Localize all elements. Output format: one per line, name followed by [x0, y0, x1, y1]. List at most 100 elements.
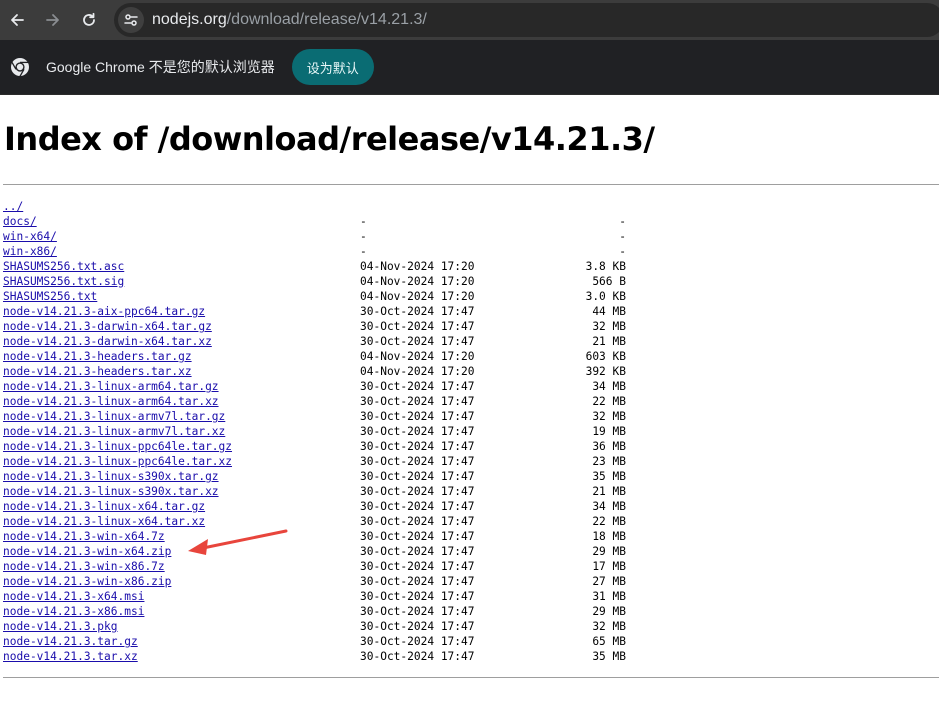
file-link[interactable]: node-v14.21.3-x64.msi: [3, 589, 144, 604]
url-text[interactable]: nodejs.org/download/release/v14.21.3/: [152, 11, 427, 29]
file-link[interactable]: node-v14.21.3-x86.msi: [3, 604, 144, 619]
file-link[interactable]: SHASUMS256.txt: [3, 289, 97, 304]
file-link[interactable]: node-v14.21.3-linux-arm64.tar.xz: [3, 394, 219, 409]
file-date: -: [360, 245, 367, 258]
file-link[interactable]: node-v14.21.3-win-x86.zip: [3, 574, 171, 589]
table-row: SHASUMS256.txt.asc 04-Nov-2024 17:20 3.8 K…: [3, 259, 643, 274]
file-size: 65 MB: [592, 635, 626, 648]
file-link[interactable]: win-x86/: [3, 244, 57, 259]
url-path: /download/release/v14.21.3/: [226, 11, 427, 28]
file-link[interactable]: node-v14.21.3-linux-s390x.tar.xz: [3, 484, 219, 499]
table-row: node-v14.21.3-x64.msi 30-Oct-2024 17:47 31…: [3, 589, 643, 604]
file-date: 04-Nov-2024 17:20: [360, 275, 475, 288]
file-date: 30-Oct-2024 17:47: [360, 335, 475, 348]
table-row: node-v14.21.3-win-x86.7z 30-Oct-2024 17:4…: [3, 559, 643, 574]
file-size: 32 MB: [592, 620, 626, 633]
file-link[interactable]: SHASUMS256.txt.sig: [3, 274, 124, 289]
file-link[interactable]: node-v14.21.3.tar.xz: [3, 649, 138, 664]
file-date: 30-Oct-2024 17:47: [360, 545, 475, 558]
file-link[interactable]: node-v14.21.3-linux-armv7l.tar.gz: [3, 409, 225, 424]
file-link[interactable]: node-v14.21.3-win-x86.7z: [3, 559, 165, 574]
file-date: 30-Oct-2024 17:47: [360, 635, 475, 648]
file-date: -: [360, 230, 367, 243]
file-link[interactable]: node-v14.21.3.pkg: [3, 619, 118, 634]
file-date: 30-Oct-2024 17:47: [360, 575, 475, 588]
file-link[interactable]: win-x64/: [3, 229, 57, 244]
chrome-logo-icon: [11, 58, 29, 77]
table-row: SHASUMS256.txt 04-Nov-2024 17:20 3.0 KB: [3, 289, 643, 304]
file-link[interactable]: node-v14.21.3-darwin-x64.tar.gz: [3, 319, 212, 334]
file-link[interactable]: node-v14.21.3-linux-x64.tar.xz: [3, 514, 205, 529]
file-size: 22 MB: [592, 395, 626, 408]
table-row: node-v14.21.3-win-x64.7z 30-Oct-2024 17:4…: [3, 529, 643, 544]
file-date: 30-Oct-2024 17:47: [360, 650, 475, 663]
file-size: 19 MB: [592, 425, 626, 438]
file-date: 30-Oct-2024 17:47: [360, 515, 475, 528]
file-date: 04-Nov-2024 17:20: [360, 290, 475, 303]
back-button[interactable]: [3, 6, 31, 34]
table-row: node-v14.21.3-win-x64.zip 30-Oct-2024 17:…: [3, 544, 643, 559]
set-default-button[interactable]: 设为默认: [291, 49, 374, 85]
table-row: node-v14.21.3-headers.tar.xz 04-Nov-2024 …: [3, 364, 643, 379]
file-size: 21 MB: [592, 485, 626, 498]
file-link[interactable]: node-v14.21.3-linux-x64.tar.gz: [3, 499, 205, 514]
file-date: 30-Oct-2024 17:47: [360, 485, 475, 498]
file-date: 04-Nov-2024 17:20: [360, 365, 475, 378]
back-arrow-icon: [11, 14, 24, 26]
file-size: -: [619, 230, 626, 243]
file-link[interactable]: node-v14.21.3-linux-ppc64le.tar.gz: [3, 439, 232, 454]
forward-button[interactable]: [39, 6, 67, 34]
table-row: node-v14.21.3-linux-armv7l.tar.gz 30-Oct-…: [3, 409, 643, 424]
site-info-button[interactable]: [118, 7, 144, 33]
tune-icon: [124, 14, 138, 26]
file-date: 30-Oct-2024 17:47: [360, 530, 475, 543]
file-size: 22 MB: [592, 515, 626, 528]
file-link[interactable]: docs/: [3, 214, 37, 229]
file-date: 30-Oct-2024 17:47: [360, 500, 475, 513]
table-row: node-v14.21.3-linux-x64.tar.xz 30-Oct-202…: [3, 514, 643, 529]
table-row: node-v14.21.3-darwin-x64.tar.xz 30-Oct-20…: [3, 334, 643, 349]
file-size: -: [619, 215, 626, 228]
table-row: ../: [3, 199, 643, 214]
reload-button[interactable]: [75, 6, 103, 34]
table-row: node-v14.21.3-linux-arm64.tar.gz 30-Oct-2…: [3, 379, 643, 394]
file-size: 32 MB: [592, 320, 626, 333]
file-date: -: [360, 215, 367, 228]
table-row: node-v14.21.3-x86.msi 30-Oct-2024 17:47 29…: [3, 604, 643, 619]
default-browser-infobar: Google Chrome 不是您的默认浏览器 设为默认: [0, 40, 939, 95]
table-row: node-v14.21.3.tar.gz 30-Oct-2024 17:47 65 …: [3, 634, 643, 649]
file-date: 30-Oct-2024 17:47: [360, 605, 475, 618]
file-link[interactable]: node-v14.21.3-headers.tar.gz: [3, 349, 192, 364]
file-size: 27 MB: [592, 575, 626, 588]
address-bar[interactable]: nodejs.org/download/release/v14.21.3/: [114, 3, 939, 37]
file-size: 603 KB: [585, 350, 626, 363]
file-link[interactable]: node-v14.21.3-linux-arm64.tar.gz: [3, 379, 219, 394]
table-row: node-v14.21.3-linux-s390x.tar.xz 30-Oct-2…: [3, 484, 643, 499]
file-link[interactable]: node-v14.21.3-headers.tar.xz: [3, 364, 192, 379]
file-link[interactable]: node-v14.21.3-darwin-x64.tar.xz: [3, 334, 212, 349]
file-link[interactable]: node-v14.21.3-win-x64.7z: [3, 529, 165, 544]
file-size: 36 MB: [592, 440, 626, 453]
file-link[interactable]: node-v14.21.3-linux-ppc64le.tar.xz: [3, 454, 232, 469]
file-link[interactable]: node-v14.21.3-win-x64.zip: [3, 544, 171, 559]
file-date: 30-Oct-2024 17:47: [360, 590, 475, 603]
file-link[interactable]: node-v14.21.3-aix-ppc64.tar.gz: [3, 304, 205, 319]
table-row: SHASUMS256.txt.sig 04-Nov-2024 17:20 566 B: [3, 274, 643, 289]
file-link[interactable]: node-v14.21.3.tar.gz: [3, 634, 138, 649]
file-date: 30-Oct-2024 17:47: [360, 560, 475, 573]
file-link[interactable]: ../: [3, 199, 23, 214]
file-size: 29 MB: [592, 545, 626, 558]
file-date: 04-Nov-2024 17:20: [360, 260, 475, 273]
file-date: 30-Oct-2024 17:47: [360, 440, 475, 453]
file-link[interactable]: SHASUMS256.txt.asc: [3, 259, 124, 274]
table-row: node-v14.21.3-linux-ppc64le.tar.xz 30-Oct…: [3, 454, 643, 469]
table-row: node-v14.21.3-linux-arm64.tar.xz 30-Oct-2…: [3, 394, 643, 409]
file-date: 30-Oct-2024 17:47: [360, 455, 475, 468]
infobar-message: Google Chrome 不是您的默认浏览器: [46, 59, 275, 75]
file-date: 30-Oct-2024 17:47: [360, 305, 475, 318]
file-size: 21 MB: [592, 335, 626, 348]
file-link[interactable]: node-v14.21.3-linux-s390x.tar.gz: [3, 469, 219, 484]
file-date: 30-Oct-2024 17:47: [360, 395, 475, 408]
file-link[interactable]: node-v14.21.3-linux-armv7l.tar.xz: [3, 424, 225, 439]
file-size: 3.8 KB: [585, 260, 626, 273]
